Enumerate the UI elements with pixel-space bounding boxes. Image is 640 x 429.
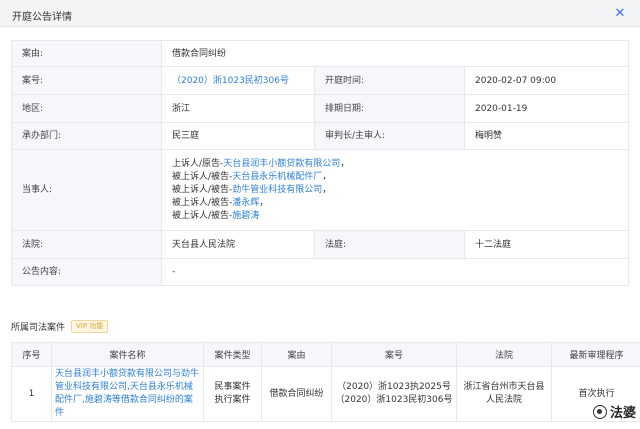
- case-no-link[interactable]: （2020）浙1023民初306号: [172, 76, 289, 86]
- case-number-line: （2020）浙1023民初306号: [335, 395, 453, 405]
- party-separator: ，: [259, 197, 269, 208]
- row-parties: 当事人: 上诉人/原告-天台县润丰小额贷款有限公司， 被上诉人/被告-天台县永乐…: [11, 149, 630, 231]
- department-value: 民三庭: [161, 122, 315, 150]
- col-header-index: 序号: [11, 342, 52, 367]
- party-item: 被上诉人/被告-劲牛管业科技有限公司，: [172, 184, 618, 197]
- case-court-line: 人民法院: [485, 395, 522, 405]
- party-role: 被上诉人/被告-: [172, 171, 233, 182]
- case-name-cell: 天台县润丰小额贷款有限公司与劲牛管业科技有限公司,天台县永乐机械配件厂,施碧涛等…: [51, 366, 204, 422]
- party-link[interactable]: 天台县润丰小额贷款有限公司: [223, 159, 340, 169]
- dialog-titlebar: 开庭公告详情 ✕: [0, 0, 640, 27]
- related-cases-title: 所属司法案件: [11, 322, 66, 333]
- party-link[interactable]: 天台县永乐机械配件厂: [232, 172, 322, 182]
- schedule-date-value: 2020-01-19: [463, 94, 630, 123]
- hearing-time-label: 开庭时间:: [314, 66, 465, 95]
- party-link[interactable]: 施碧涛: [232, 211, 259, 221]
- case-reason-cell: 借款合同纠纷: [261, 366, 332, 422]
- wechat-channel-icon: [592, 404, 607, 419]
- watermark-text: 法婆: [609, 406, 636, 421]
- related-cases-header: 所属司法案件 VIP 功能: [11, 319, 109, 333]
- party-role: 被上诉人/被告-: [172, 210, 233, 221]
- case-index: 1: [11, 366, 52, 422]
- judge-label: 审判长/主审人:: [314, 122, 465, 150]
- judge-value: 梅明赞: [463, 122, 630, 150]
- col-header-case-no: 案号: [331, 342, 457, 367]
- col-header-court: 法院: [456, 342, 552, 367]
- col-header-procedure: 最新审理程序: [551, 342, 640, 367]
- col-header-type: 案件类型: [203, 342, 262, 367]
- case-name-link[interactable]: 天台县润丰小额贷款有限公司与劲牛管业科技有限公司,天台县永乐机械配件厂,施碧涛等…: [55, 369, 199, 418]
- case-no-label: 案号:: [11, 66, 162, 95]
- party-item: 被上诉人/被告-天台县永乐机械配件厂，: [172, 171, 618, 184]
- row-court: 法院: 天台县人民法院 法庭: 十二法庭: [11, 230, 630, 259]
- parties-value: 上诉人/原告-天台县润丰小额贷款有限公司， 被上诉人/被告-天台县永乐机械配件厂…: [160, 149, 630, 231]
- col-header-reason: 案由: [261, 342, 332, 367]
- party-item: 上诉人/原告-天台县润丰小额贷款有限公司，: [172, 158, 618, 171]
- watermark: 法婆: [592, 402, 636, 421]
- close-icon[interactable]: ✕: [612, 5, 628, 21]
- content-value: -: [160, 258, 630, 286]
- case-type-line: 民事案件: [214, 382, 251, 392]
- party-separator: ，: [340, 158, 350, 169]
- row-department: 承办部门: 民三庭 审判长/主审人: 梅明赞: [11, 122, 630, 150]
- case-type-line: 执行案件: [214, 395, 251, 405]
- party-role: 被上诉人/被告-: [172, 184, 233, 195]
- case-type-cell: 民事案件 执行案件: [203, 366, 262, 422]
- content-label: 公告内容:: [11, 258, 162, 286]
- party-link[interactable]: 潘永辉: [232, 198, 259, 208]
- case-number-cell: （2020）浙1023执2025号 （2020）浙1023民初306号: [331, 366, 457, 422]
- case-no-cell: （2020）浙1023民初306号: [161, 66, 315, 95]
- parties-label: 当事人:: [11, 149, 162, 231]
- party-role: 上诉人/原告-: [172, 158, 224, 169]
- court-label: 法院:: [11, 230, 162, 259]
- table-row: 1 天台县润丰小额贷款有限公司与劲牛管业科技有限公司,天台县永乐机械配件厂,施碧…: [11, 366, 640, 422]
- row-content: 公告内容: -: [11, 258, 630, 286]
- row-region: 地区: 浙江 排期日期: 2020-01-19: [11, 94, 630, 123]
- party-item: 被上诉人/被告-施碧涛: [172, 210, 618, 223]
- courtroom-label: 法庭:: [314, 230, 465, 259]
- case-reason-value: 借款合同纠纷: [160, 40, 630, 67]
- case-number-line: （2020）浙1023执2025号: [337, 382, 451, 392]
- region-value: 浙江: [161, 94, 315, 123]
- party-role: 被上诉人/被告-: [172, 197, 233, 208]
- court-value: 天台县人民法院: [161, 230, 315, 259]
- row-case-no: 案号: （2020）浙1023民初306号 开庭时间: 2020-02-07 0…: [11, 66, 630, 95]
- party-link[interactable]: 劲牛管业科技有限公司: [232, 185, 322, 195]
- party-item: 被上诉人/被告-潘永辉，: [172, 197, 618, 210]
- row-case-reason: 案由: 借款合同纠纷: [11, 40, 630, 67]
- vip-badge[interactable]: VIP 功能: [71, 319, 109, 333]
- cases-header-row: 序号 案件名称 案件类型 案由 案号 法院 最新审理程序: [11, 342, 640, 367]
- case-court-line: 浙江省台州市天台县: [463, 382, 545, 392]
- party-separator: ，: [322, 184, 332, 195]
- department-label: 承办部门:: [11, 122, 162, 150]
- region-label: 地区:: [11, 94, 162, 123]
- case-reason-label: 案由:: [11, 40, 162, 67]
- courtroom-value: 十二法庭: [463, 230, 630, 259]
- col-header-name: 案件名称: [51, 342, 204, 367]
- dialog-title: 开庭公告详情: [12, 12, 72, 23]
- hearing-time-value: 2020-02-07 09:00: [463, 66, 630, 95]
- party-separator: ，: [322, 171, 332, 182]
- related-cases-table: 序号 案件名称 案件类型 案由 案号 法院 最新审理程序 1 天台县润丰小额贷款…: [11, 342, 640, 422]
- schedule-date-label: 排期日期:: [314, 94, 465, 123]
- hearing-detail-table: 案由: 借款合同纠纷 案号: （2020）浙1023民初306号 开庭时间: 2…: [11, 40, 630, 286]
- case-court-cell: 浙江省台州市天台县 人民法院: [456, 366, 552, 422]
